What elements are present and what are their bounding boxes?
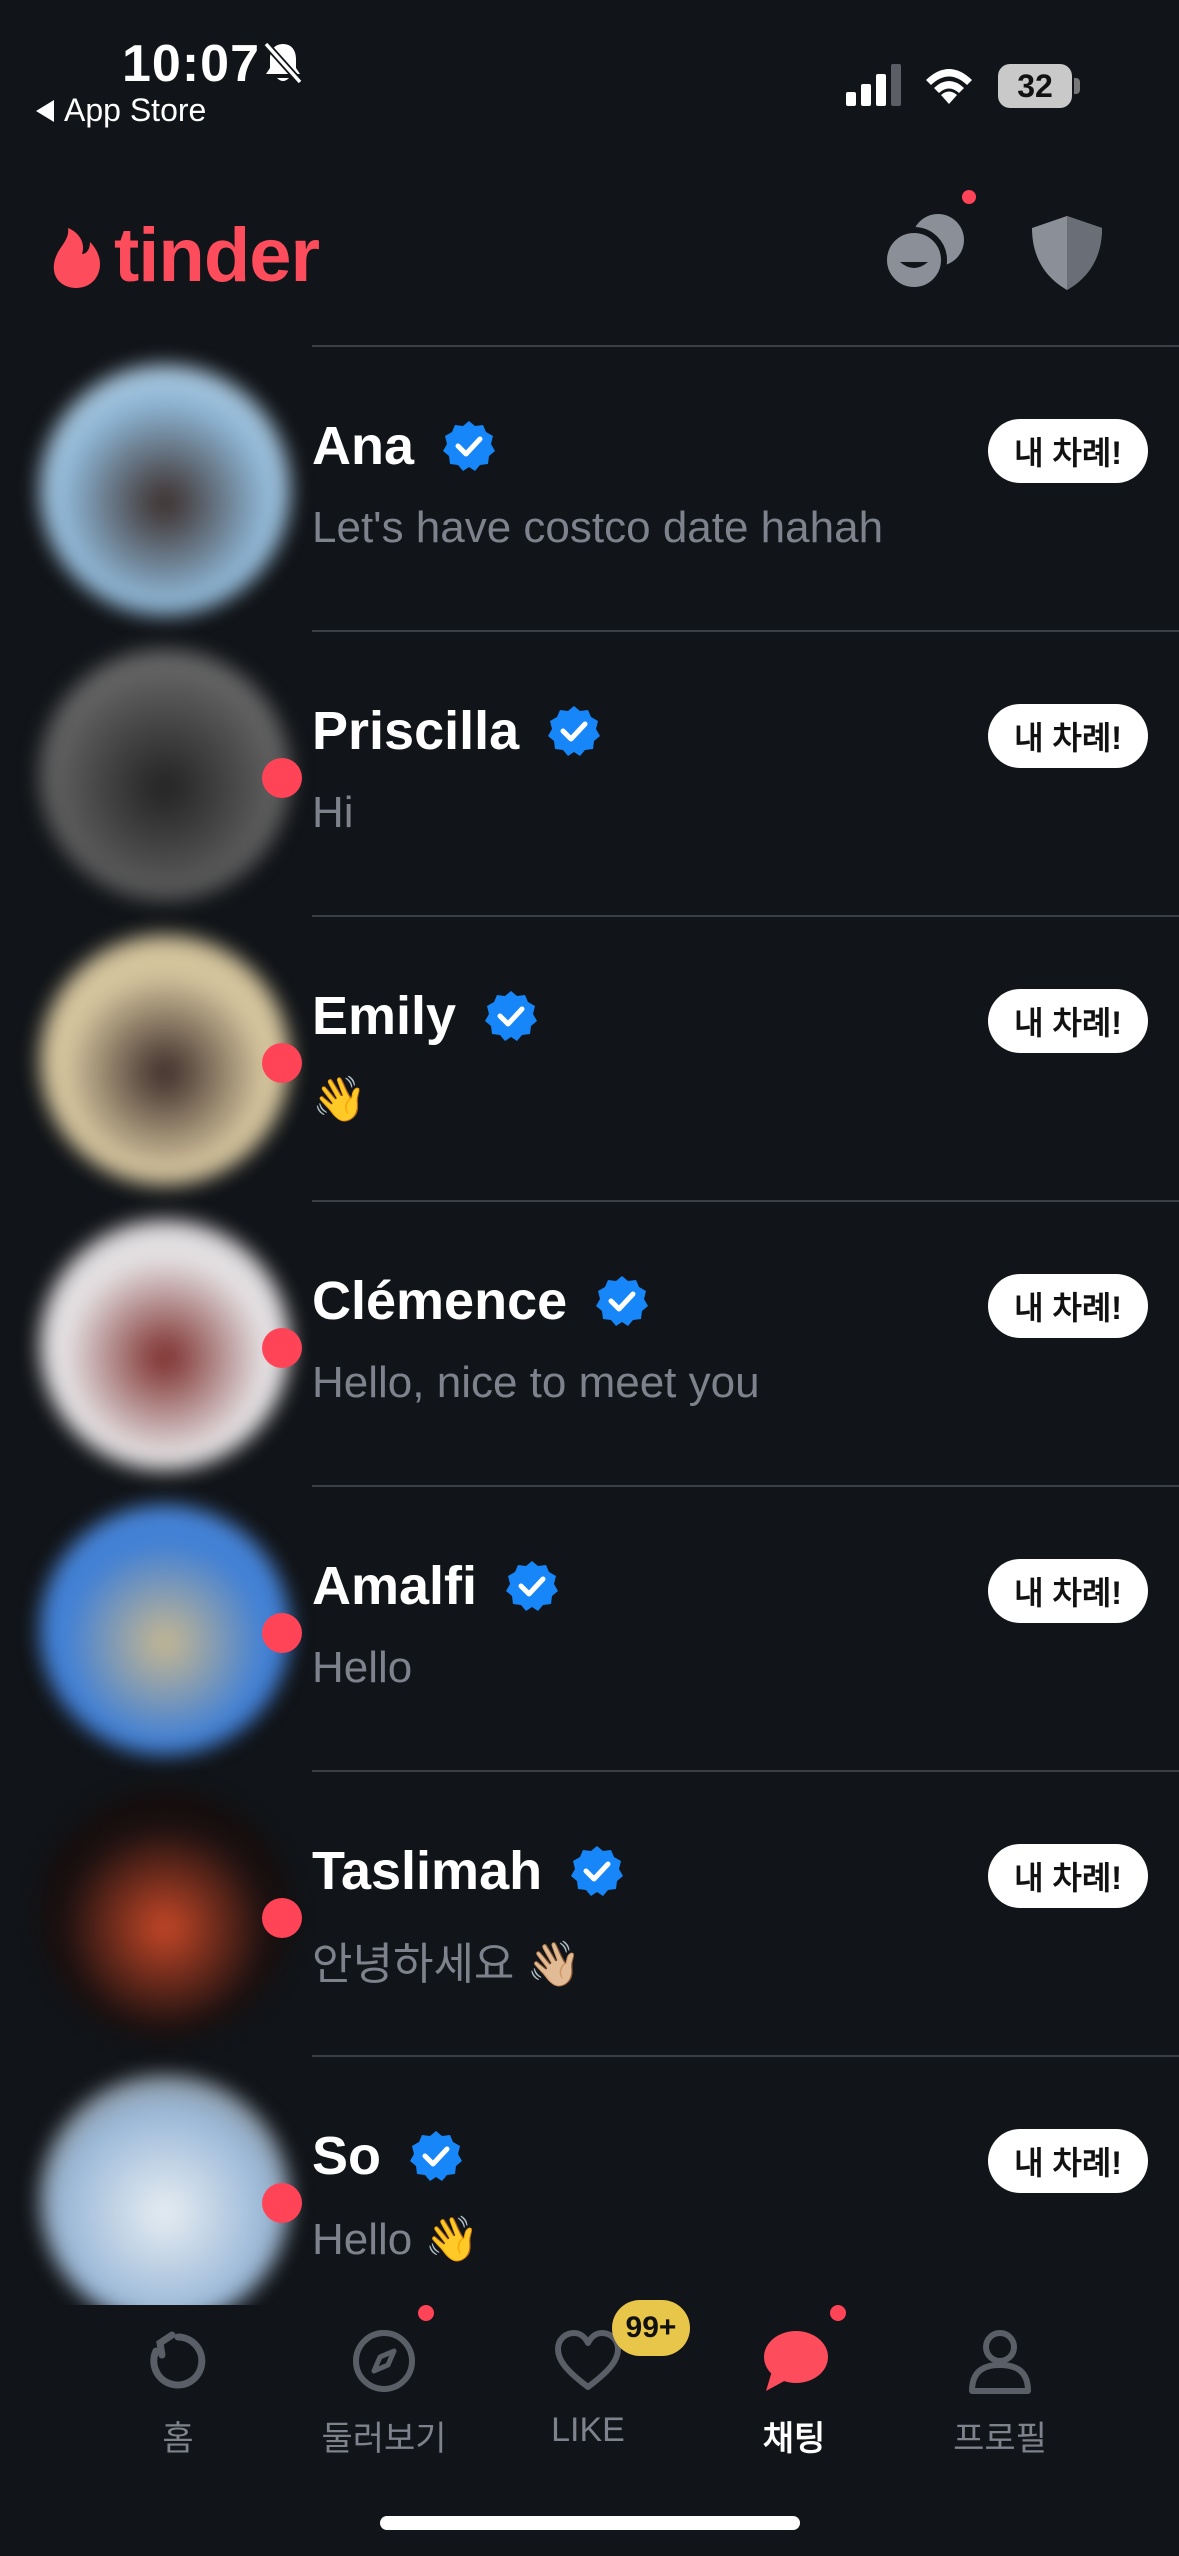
conversation-row[interactable]: Taslimah 안녕하세요 👋🏼 내 차례! [0, 1770, 1179, 2055]
row-divider [312, 1485, 1179, 1487]
conversation-list: Ana Let's have costco date hahah 내 차례! Pris… [0, 345, 1179, 2340]
conversation-name-line: Amalfi [312, 1555, 559, 1617]
tab-home[interactable]: 홈 [78, 2305, 278, 2460]
tab-label: 홈 [162, 2420, 194, 2458]
match-name: Clémence [312, 1271, 568, 1331]
person-icon [969, 2330, 1031, 2394]
last-message: Let's have costco date hahah [312, 503, 884, 552]
last-message: Hello 👋 [312, 2215, 480, 2264]
tab-label: 프로필 [953, 2420, 1047, 2458]
avatar[interactable] [40, 650, 290, 900]
tab-explore[interactable]: 둘러보기 [284, 2305, 484, 2460]
battery-level: 32 [998, 64, 1072, 108]
conversation-name-line: Clémence [312, 1270, 649, 1332]
match-name: Emily [312, 986, 457, 1046]
chat-bubble-icon [764, 2331, 828, 2391]
tab-label: 둘러보기 [321, 2420, 447, 2458]
row-divider [312, 2055, 1179, 2057]
your-turn-badge: 내 차례! [988, 1559, 1148, 1623]
match-name: Taslimah [312, 1841, 543, 1901]
unread-dot [262, 1043, 302, 1083]
unread-dot [262, 758, 302, 798]
avatar[interactable] [40, 2075, 290, 2325]
tab-chat[interactable]: 채팅 [694, 2305, 894, 2460]
conversation-row[interactable]: Clémence Hello, nice to meet you 내 차례! [0, 1200, 1179, 1485]
match-name: Priscilla [312, 701, 520, 761]
cellular-signal-icon [846, 64, 901, 106]
conversation-name-line: Ana [312, 415, 496, 477]
verified-badge-icon [571, 1846, 624, 1896]
conversation-row[interactable]: So Hello 👋 내 차례! [0, 2055, 1179, 2340]
tab-label: 채팅 [762, 2420, 826, 2458]
unread-dot [262, 1328, 302, 1368]
conversation-row[interactable]: Ana Let's have costco date hahah 내 차례! [0, 345, 1179, 630]
home-indicator[interactable] [380, 2516, 800, 2530]
tinder-logo: tinder [48, 212, 320, 299]
logo-wordmark: tinder [114, 213, 320, 298]
verified-badge-icon [548, 706, 601, 756]
tab-label: LIKE [551, 2411, 625, 2449]
conversation-name-line: Emily [312, 985, 538, 1047]
row-divider [312, 1770, 1179, 1772]
unread-dot [262, 1898, 302, 1938]
explore-notification-dot [418, 2305, 434, 2321]
conversation-name-line: So [312, 2125, 463, 2187]
tab-profile[interactable]: 프로필 [900, 2305, 1100, 2460]
unread-dot [262, 2183, 302, 2223]
avatar[interactable] [40, 1220, 290, 1470]
match-name: So [312, 2126, 382, 2186]
unread-dot [262, 1613, 302, 1653]
your-turn-badge: 내 차례! [988, 419, 1148, 483]
last-message: 👋 [312, 1075, 367, 1124]
flame-icon [53, 227, 100, 288]
back-arrow-icon [36, 99, 54, 122]
last-message: Hello [312, 1643, 413, 1692]
row-divider [312, 915, 1179, 917]
your-turn-badge: 내 차례! [988, 1274, 1148, 1338]
row-divider [312, 630, 1179, 632]
matches-notification-dot [962, 190, 976, 204]
last-message: Hi [312, 788, 354, 837]
home-icon [150, 2331, 206, 2389]
verified-badge-icon [596, 1276, 649, 1326]
row-divider [312, 345, 1179, 347]
last-message: 안녕하세요 👋🏼 [312, 1940, 582, 1989]
safety-shield-icon[interactable] [1026, 212, 1108, 292]
avatar[interactable] [40, 1790, 290, 2040]
avatar[interactable] [40, 365, 290, 615]
matches-icon[interactable] [880, 210, 970, 292]
back-label: App Store [64, 92, 207, 128]
battery-icon: 32 [998, 64, 1080, 108]
compass-icon [353, 2330, 415, 2392]
your-turn-badge: 내 차례! [988, 2129, 1148, 2193]
conversation-row[interactable]: Amalfi Hello 내 차례! [0, 1485, 1179, 1770]
status-time: 10:07 [122, 35, 260, 93]
conversation-name-line: Priscilla [312, 700, 601, 762]
match-name: Amalfi [312, 1556, 478, 1616]
conversation-name-line: Taslimah [312, 1840, 624, 1902]
last-message: Hello, nice to meet you [312, 1358, 760, 1407]
verified-badge-icon [443, 421, 496, 471]
verified-badge-icon [485, 991, 538, 1041]
avatar[interactable] [40, 1505, 290, 1755]
conversation-row[interactable]: Emily 👋 내 차례! [0, 915, 1179, 1200]
your-turn-badge: 내 차례! [988, 704, 1148, 768]
back-to-app-store[interactable]: App Store [36, 92, 206, 129]
your-turn-badge: 내 차례! [988, 989, 1148, 1053]
your-turn-badge: 내 차례! [988, 1844, 1148, 1908]
chat-notification-dot [830, 2305, 846, 2321]
row-divider [312, 1200, 1179, 1202]
likes-count-badge: 99+ [612, 2300, 690, 2356]
avatar[interactable] [40, 935, 290, 1185]
wifi-icon [926, 69, 972, 104]
conversation-row[interactable]: Priscilla Hi 내 차례! [0, 630, 1179, 915]
verified-badge-icon [410, 2131, 463, 2181]
verified-badge-icon [506, 1561, 559, 1611]
match-name: Ana [312, 416, 415, 476]
silent-bell-icon [263, 41, 303, 85]
